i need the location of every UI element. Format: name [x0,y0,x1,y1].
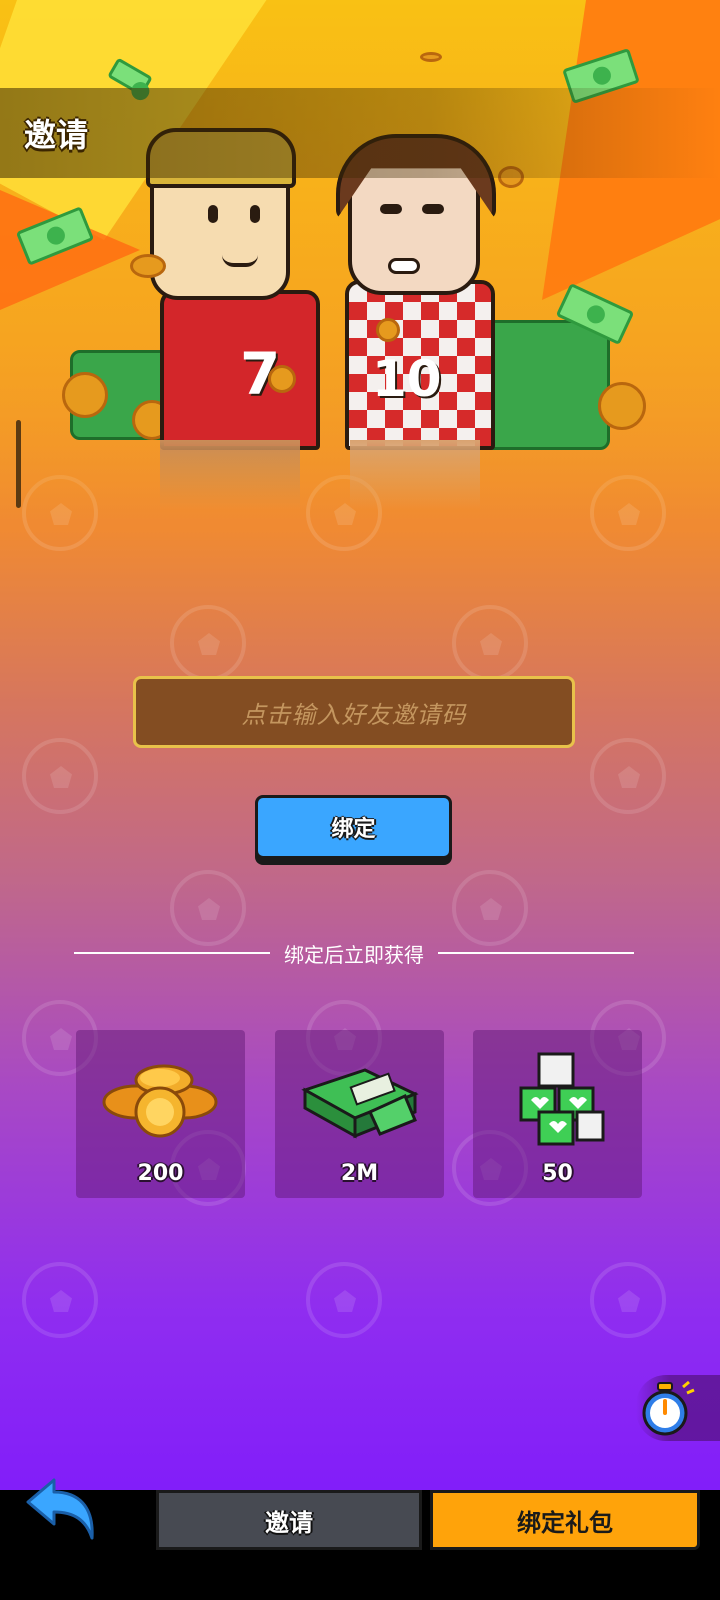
rewards-divider: 绑定后立即获得 [74,936,634,970]
tab-invite[interactable]: 邀请 [156,1490,422,1550]
stopwatch-icon [642,1380,695,1436]
invite-code-input[interactable]: 点击输入好友邀请码 [133,676,575,748]
page-header: 邀请 [0,88,720,178]
timer-button[interactable] [636,1375,720,1441]
rewards-heading: 绑定后立即获得 [284,942,424,967]
reward-card-cash: 2M [275,1030,444,1198]
bind-button[interactable]: 绑定 [255,795,452,859]
tab-bind-gift-label: 绑定礼包 [517,1508,613,1537]
reward-card-hearts: 50 [473,1030,642,1198]
reward-amount: 2M [340,1161,379,1186]
green-heart-cubes-icon [519,1052,605,1146]
bind-button-label: 绑定 [331,817,376,842]
tab-invite-label: 邀请 [265,1508,313,1537]
gold-coins-icon [102,1064,218,1138]
cash-stack-icon [301,1068,419,1139]
invite-code-placeholder: 点击输入好友邀请码 [241,700,467,729]
reward-amount: 50 [542,1161,573,1186]
invite-screen: { "header": { "title": "邀请" }, "invite_f… [0,0,720,1600]
tab-bind-gift[interactable]: 绑定礼包 [430,1490,700,1550]
page-title: 邀请 [24,116,89,154]
back-arrow-icon [26,1478,94,1540]
hero-banner: 7 10 [0,0,720,520]
back-button[interactable] [22,1476,100,1542]
reward-amount: 200 [137,1161,184,1186]
divider-line-left [74,952,270,954]
divider-line-right [438,952,634,954]
reward-card-coins: 200 [76,1030,245,1198]
side-drawer-handle[interactable] [16,420,21,508]
